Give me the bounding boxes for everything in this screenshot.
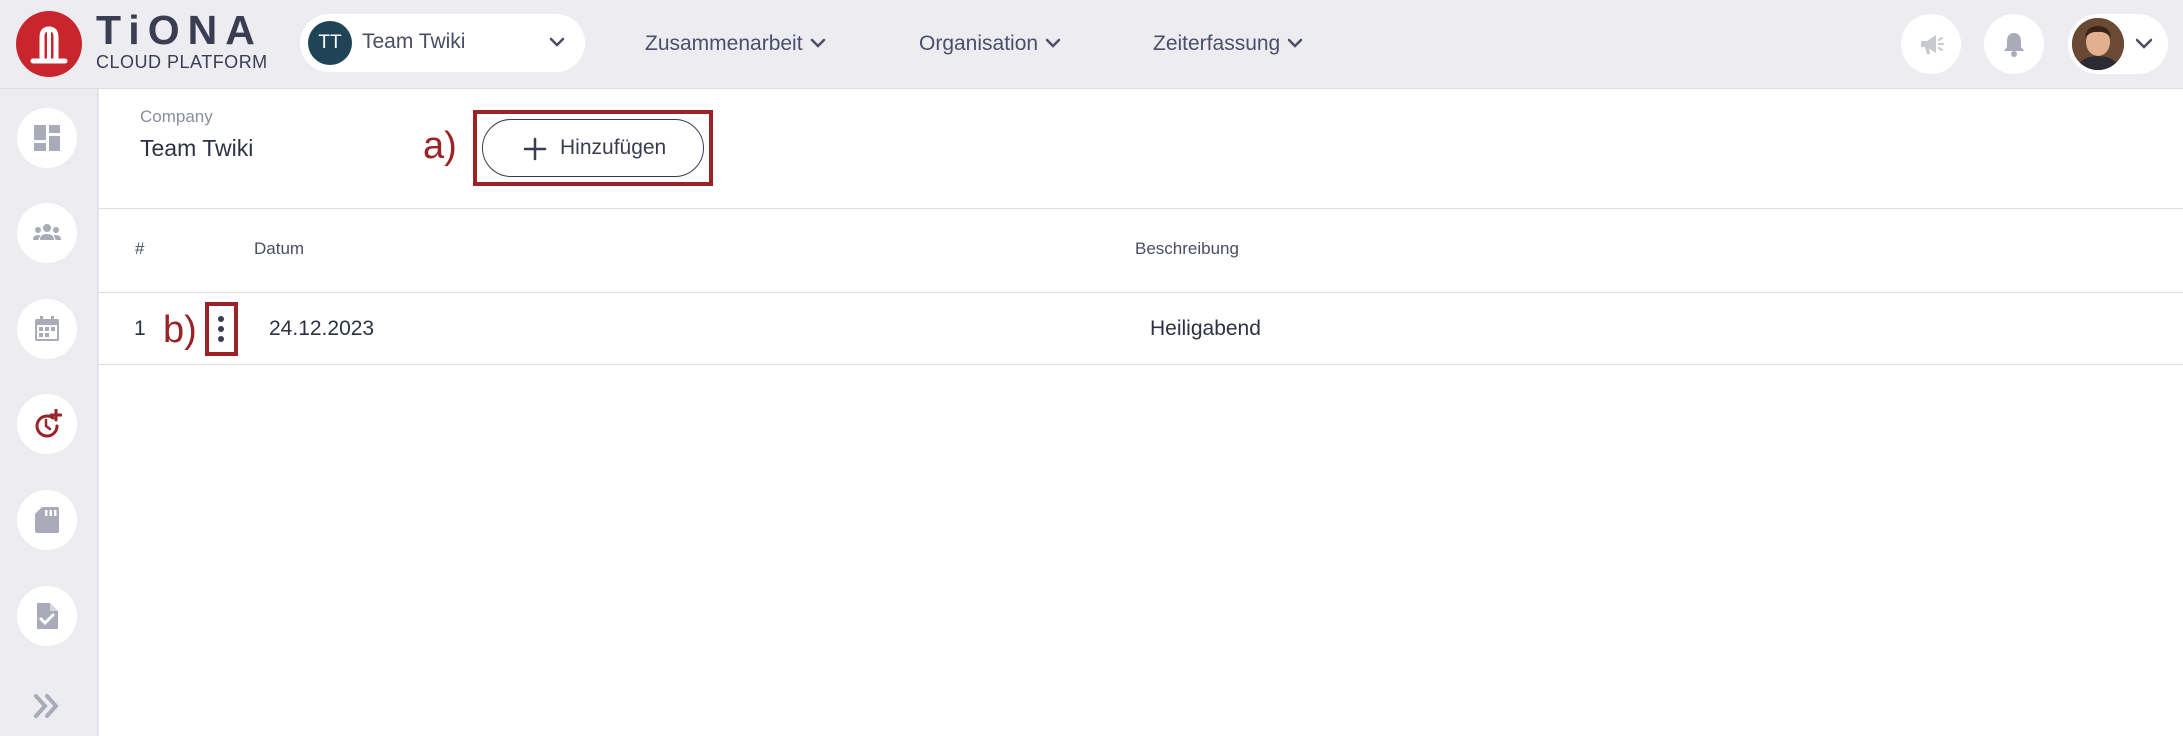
chevron-down-icon — [1287, 38, 1303, 48]
logo-subtitle: CLOUD PLATFORM — [96, 52, 268, 72]
company-label: Company — [140, 107, 213, 126]
team-avatar: TT — [308, 21, 352, 65]
main-content: Company Team Twiki a) Hinzufügen # Datum… — [99, 89, 2183, 736]
notifications-button[interactable] — [1984, 14, 2044, 74]
nav-label: Organisation — [919, 32, 1039, 55]
chevron-down-icon — [549, 37, 565, 47]
column-header-index: # — [135, 239, 145, 258]
sidebar-item-team[interactable] — [17, 203, 77, 263]
more-vertical-icon — [218, 316, 224, 342]
time-add-icon — [35, 409, 62, 438]
column-header-beschreibung[interactable]: Beschreibung — [1135, 239, 1239, 259]
sidebar-item-time-tracking[interactable] — [17, 394, 77, 454]
sidebar-item-calendar[interactable] — [17, 299, 77, 359]
company-name: Team Twiki — [140, 135, 254, 161]
nav-zeiterfassung[interactable]: Zeiterfassung — [1153, 30, 1304, 58]
row-index: 1 — [134, 317, 146, 340]
user-avatar[interactable] — [2072, 18, 2124, 70]
sidebar-item-documents[interactable] — [17, 586, 77, 646]
dashboard-icon — [34, 125, 60, 151]
logo-wordmark: TiONA — [96, 7, 263, 53]
team-switcher[interactable]: TT Team Twiki — [300, 14, 585, 72]
chevron-down-icon — [1045, 38, 1061, 48]
announcements-button[interactable] — [1901, 14, 1961, 74]
sidebar-item-storage[interactable] — [17, 490, 77, 550]
top-bar: TiONA CLOUD PLATFORM TT Team Twiki Zusam… — [0, 0, 2183, 89]
document-check-icon — [37, 603, 58, 629]
row-description: Heiligabend — [1150, 317, 1261, 340]
nav-label: Zusammenarbeit — [645, 32, 803, 55]
sidebar-item-dashboard[interactable] — [17, 108, 77, 168]
tiona-logo-icon[interactable] — [16, 11, 82, 77]
double-chevron-right-icon[interactable] — [32, 693, 62, 719]
plus-icon — [523, 137, 547, 161]
annotation-b: b) — [163, 309, 197, 351]
user-menu[interactable] — [2068, 14, 2168, 74]
calendar-icon — [35, 316, 59, 341]
table-head-divider — [99, 292, 2183, 293]
header-divider — [99, 208, 2183, 209]
bell-icon — [2004, 33, 2024, 57]
row-divider — [99, 364, 2183, 365]
team-icon — [33, 224, 61, 240]
sd-card-icon — [35, 507, 59, 533]
row-date: 24.12.2023 — [269, 317, 375, 340]
row-actions-button[interactable] — [211, 308, 232, 350]
chevron-down-icon — [2135, 38, 2153, 49]
column-header-datum[interactable]: Datum — [254, 239, 304, 259]
nav-zusammenarbeit[interactable]: Zusammenarbeit — [645, 30, 827, 58]
chevron-down-icon — [810, 38, 825, 48]
add-button-label: Hinzufügen — [560, 136, 667, 159]
nav-organisation[interactable]: Organisation — [919, 30, 1062, 58]
megaphone-icon — [1921, 35, 1944, 54]
nav-label: Zeiterfassung — [1153, 32, 1281, 55]
annotation-a: a) — [423, 125, 457, 167]
team-name: Team Twiki — [362, 30, 466, 53]
sidebar — [0, 89, 98, 736]
add-button[interactable]: Hinzufügen — [482, 119, 704, 177]
